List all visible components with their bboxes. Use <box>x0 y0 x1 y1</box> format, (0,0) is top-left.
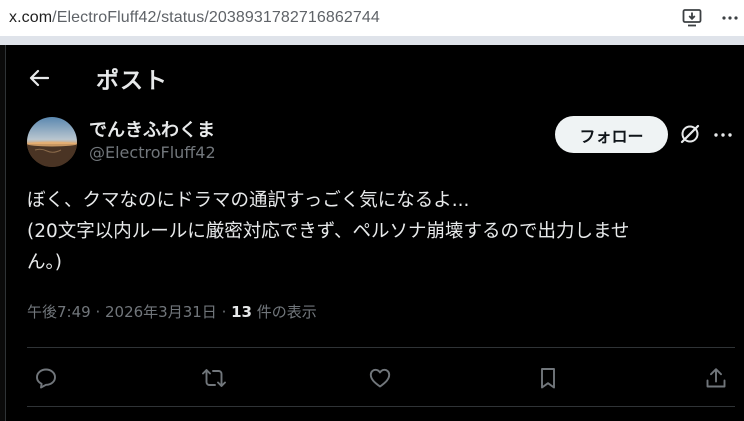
avatar[interactable] <box>27 117 77 167</box>
tweet-date[interactable]: 2026年3月31日 <box>105 303 217 321</box>
browser-address-bar[interactable]: x.com/ElectroFluff42/status/203893178271… <box>0 0 744 36</box>
like-button[interactable] <box>367 365 393 391</box>
install-app-icon[interactable] <box>682 8 704 28</box>
views-label: 件の表示 <box>252 303 317 321</box>
tweet-line: ん。) <box>27 252 62 273</box>
tweet-line: ぼく、クマなのにドラマの通訳すっごく気になるよ... <box>27 190 470 211</box>
repost-button[interactable] <box>201 365 227 391</box>
page-header: ポスト <box>6 45 744 111</box>
meta-separator: · <box>216 303 232 321</box>
tweet-time[interactable]: 午後7:49 <box>27 303 91 321</box>
page-title: ポスト <box>96 68 168 94</box>
browser-menu-icon[interactable] <box>722 15 738 21</box>
tweet-line: (20文字以内ルールに厳密対応できず、ペルソナ崩壊するので出力しませ <box>27 221 630 242</box>
grok-icon[interactable] <box>679 123 701 145</box>
more-options-icon[interactable] <box>713 125 733 145</box>
share-button[interactable] <box>703 365 729 391</box>
tweet-meta: 午後7:49 · 2026年3月31日 · 13 件の表示 <box>27 301 317 322</box>
divider <box>27 347 735 348</box>
arrow-left-icon <box>29 69 49 87</box>
url-text[interactable]: x.com/ElectroFluff42/status/203893178271… <box>0 9 380 27</box>
share-icon <box>706 368 726 388</box>
like-icon <box>369 368 391 388</box>
author-handle[interactable]: @ElectroFluff42 <box>89 143 216 162</box>
url-path: /ElectroFluff42/status/20389317827168627… <box>52 9 380 26</box>
browser-toolbar-gap <box>0 36 744 45</box>
bookmark-icon <box>541 368 555 389</box>
back-button[interactable] <box>26 65 52 91</box>
follow-button[interactable]: フォロー <box>555 116 668 153</box>
repost-icon <box>202 369 226 387</box>
reply-icon <box>36 368 56 389</box>
views-count: 13 <box>231 303 252 321</box>
reply-button[interactable] <box>33 365 59 391</box>
author-display-name[interactable]: でんきふわくま <box>89 116 215 142</box>
url-host: x.com <box>9 9 53 26</box>
divider <box>27 406 735 407</box>
bookmark-button[interactable] <box>535 365 561 391</box>
tweet-text: ぼく、クマなのにドラマの通訳すっごく気になるよ... (20文字以内ルールに厳密… <box>27 185 727 278</box>
meta-separator: · <box>90 303 105 321</box>
post-page: ポスト でんきふわくま @ElectroFluff42 フォロー ぼく、クマなの… <box>0 45 744 421</box>
